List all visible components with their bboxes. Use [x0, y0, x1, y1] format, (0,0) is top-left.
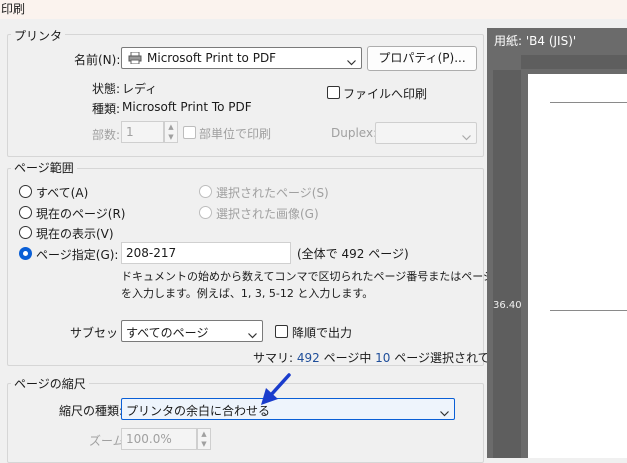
- spin-down-icon: ▼: [201, 440, 207, 448]
- print-to-file-checkbox[interactable]: [327, 86, 340, 99]
- reverse-order-label: 降順で出力: [292, 326, 353, 340]
- preview-line: [550, 102, 627, 103]
- preview-line: [550, 310, 627, 311]
- zoom-input[interactable]: 100.0%: [121, 428, 197, 450]
- scale-type-label: 縮尺の種類:: [59, 404, 124, 418]
- preview-header: 用紙: 'B4 (JIS)': [487, 28, 627, 52]
- printer-name-label: 名前(N):: [74, 53, 121, 67]
- subset-select[interactable]: すべてのページ: [121, 320, 263, 342]
- pages-value: 208-217: [126, 246, 177, 260]
- radio-current-view-label: 現在の表示(V): [36, 227, 114, 241]
- summary-text: サマリ: 492 ページ中 10 ページ選択されています: [253, 349, 526, 366]
- copies-value: 1: [126, 125, 134, 139]
- status-value: レディ: [122, 82, 158, 96]
- help-text-line1: ドキュメントの始めから数えてコンマで区切られたページ番号またはページ範囲: [121, 270, 517, 283]
- scaling-group: [7, 383, 484, 463]
- spin-up-icon: ▲: [201, 430, 207, 438]
- collate-checkbox[interactable]: [183, 126, 196, 139]
- radio-all-label: すべて(A): [36, 186, 89, 200]
- radio-selected-pages[interactable]: [199, 185, 212, 198]
- help-text-line2: を入力します。例えば、1, 3, 5-12 と入力します。: [121, 287, 374, 300]
- duplex-select[interactable]: [375, 122, 477, 144]
- summary-total: 492: [296, 351, 320, 365]
- radio-current-page-label: 現在のページ(R): [36, 207, 126, 221]
- radio-selected-images-label: 選択された画像(G): [216, 207, 319, 221]
- chevron-down-icon: [440, 406, 449, 417]
- printer-legend: プリンタ: [11, 27, 66, 44]
- copies-label: 部数:: [92, 128, 121, 142]
- preview-page: [528, 74, 627, 458]
- spin-up-icon: ▲: [168, 123, 174, 131]
- type-value: Microsoft Print To PDF: [122, 100, 252, 114]
- reverse-order-checkbox[interactable]: [275, 325, 288, 338]
- radio-current-page[interactable]: [19, 206, 32, 219]
- printer-icon: [128, 51, 142, 65]
- page-range-legend: ページ範囲: [11, 159, 77, 176]
- radio-selected-pages-label: 選択されたページ(S): [216, 186, 329, 200]
- ruler-value: 36.40: [493, 300, 522, 311]
- chevron-down-icon: [462, 130, 471, 141]
- zoom-spinner[interactable]: ▲ ▼: [197, 428, 211, 450]
- spin-down-icon: ▼: [168, 133, 174, 141]
- chevron-down-icon: [248, 328, 257, 339]
- radio-pages-label: ページ指定(G):: [36, 248, 119, 262]
- scale-type-value: プリンタの余白に合わせる: [126, 404, 271, 418]
- title-bar: 印刷: [0, 0, 627, 19]
- radio-pages[interactable]: [19, 247, 32, 260]
- radio-current-view[interactable]: [19, 226, 32, 239]
- annotation-arrow-icon: [261, 373, 291, 405]
- paper-size-label: 用紙: 'B4 (JIS)': [494, 34, 577, 48]
- total-pages-text: (全体で 492 ページ): [297, 247, 409, 261]
- copies-spinner[interactable]: ▲ ▼: [164, 121, 178, 143]
- pages-input[interactable]: 208-217: [121, 242, 291, 264]
- type-label: 種類:: [92, 102, 121, 116]
- status-label: 状態:: [92, 82, 121, 96]
- scaling-legend: ページの縮尺: [11, 375, 89, 392]
- print-to-file-label: ファイルへ印刷: [343, 87, 428, 101]
- collate-label: 部単位で印刷: [199, 127, 272, 141]
- summary-selected: 10: [375, 351, 391, 365]
- printer-name-value: Microsoft Print to PDF: [147, 51, 277, 65]
- summary-mid: ページ中: [319, 351, 376, 365]
- copies-input[interactable]: 1: [121, 121, 164, 143]
- properties-button[interactable]: プロパティ(P)...: [367, 46, 477, 71]
- radio-selected-images[interactable]: [199, 206, 212, 219]
- window-title: 印刷: [1, 2, 26, 16]
- summary-prefix: サマリ:: [253, 351, 297, 365]
- zoom-value: 100.0%: [126, 432, 172, 446]
- chevron-down-icon: [347, 55, 356, 66]
- printer-name-select[interactable]: Microsoft Print to PDF: [121, 47, 362, 69]
- vertical-ruler: 36.40: [493, 70, 522, 458]
- subset-value: すべてのページ: [126, 326, 209, 340]
- duplex-label: Duplex:: [331, 126, 378, 140]
- horizontal-ruler: [521, 55, 627, 69]
- radio-all[interactable]: [19, 185, 32, 198]
